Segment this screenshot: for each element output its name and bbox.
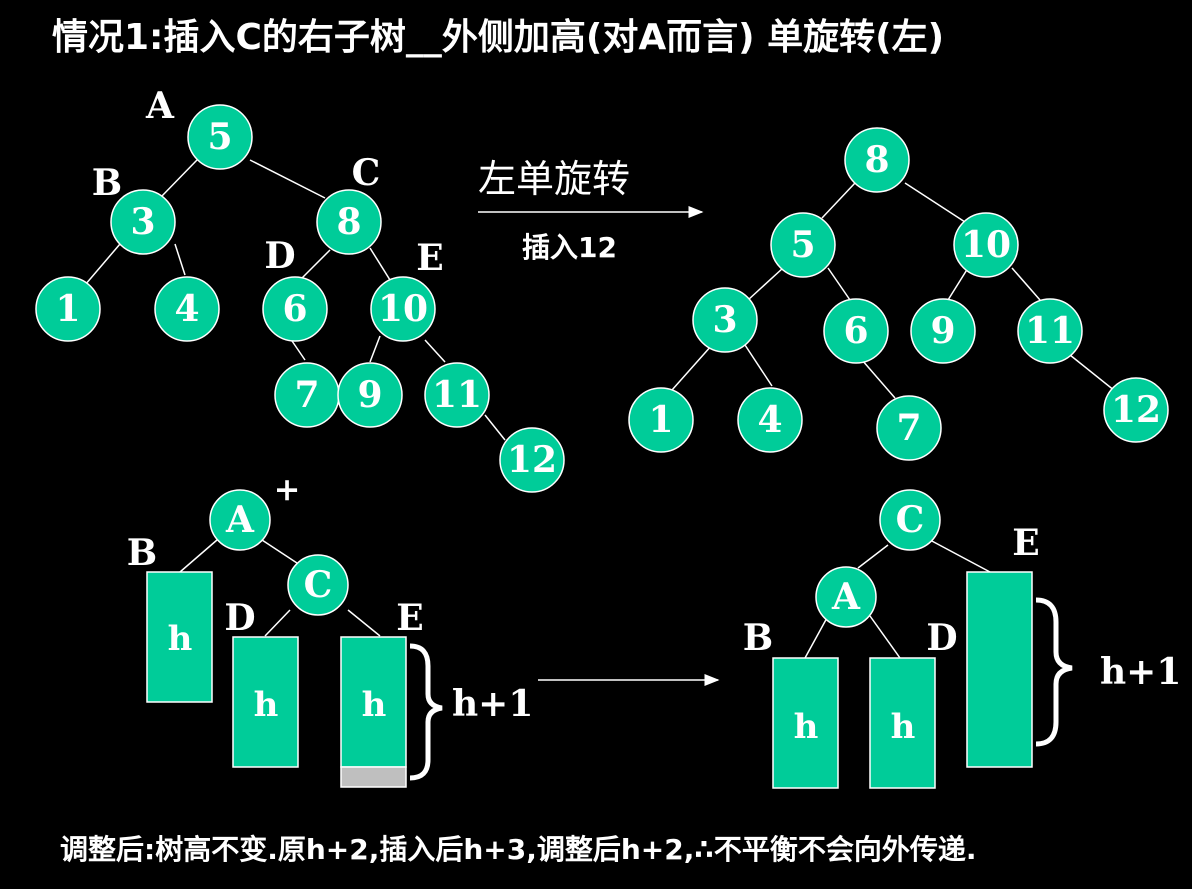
- bl-node-A-value: A: [225, 499, 255, 541]
- footer-note: 调整后:树高不变.原h+2,插入后h+3,调整后h+2,∴不平衡不会向外传递.: [60, 833, 977, 866]
- bl-brace-label: h+1: [452, 683, 533, 725]
- br-node-C-value: C: [896, 499, 925, 541]
- bl-label-D: D: [224, 597, 255, 639]
- added-height-block: [340, 766, 407, 788]
- tl-node-4-value: 4: [174, 288, 199, 330]
- tr-node-6-value: 6: [843, 310, 868, 352]
- tr-node-12-value: 12: [1111, 389, 1161, 431]
- br-label-B: B: [743, 617, 773, 659]
- tl-node-9-value: 9: [357, 374, 382, 416]
- tl-label-C: C: [352, 152, 381, 194]
- brace-left: [409, 643, 443, 781]
- tr-node-7-value: 7: [896, 407, 921, 449]
- tl-label-B: B: [92, 162, 122, 204]
- tl-label-A: A: [145, 85, 175, 127]
- bl-label-B: B: [127, 532, 157, 574]
- brace-right: [1035, 597, 1073, 747]
- tr-node-3-value: 3: [712, 299, 737, 341]
- bl-plus-mark: +: [274, 470, 301, 508]
- avl-diagram: 53 81 4 6 107 9 1112AB CD E85 103 6 9 111 4 7 12AC+BD Eh…: [35, 85, 1181, 789]
- tl-label-D: D: [264, 235, 295, 277]
- tr-node-10-value: 10: [961, 224, 1011, 266]
- br-label-E: E: [1012, 522, 1039, 564]
- br-node-A-value: A: [831, 576, 861, 618]
- tr-node-11-value: 11: [1025, 310, 1075, 352]
- tr-node-5-value: 5: [790, 224, 815, 266]
- tr-node-4-value: 4: [757, 399, 782, 441]
- bl-subtree-h-0: h: [168, 619, 193, 659]
- tl-node-1-value: 1: [55, 288, 80, 330]
- tr-node-8-value: 8: [864, 139, 889, 181]
- bl-subtree-h-1: h: [254, 685, 279, 725]
- tl-node-11-value: 11: [432, 374, 482, 416]
- tl-node-5-value: 5: [207, 116, 232, 158]
- br-label-D: D: [926, 617, 957, 659]
- tl-node-8-value: 8: [336, 201, 361, 243]
- bl-label-E: E: [396, 597, 423, 639]
- br-subtree-h-0: h: [794, 707, 819, 747]
- tr-node-1-value: 1: [648, 399, 673, 441]
- tl-node-12-value: 12: [507, 439, 557, 481]
- tl-node-7-value: 7: [294, 374, 319, 416]
- bl-node-C-value: C: [304, 564, 333, 606]
- tl-node-3-value: 3: [130, 201, 155, 243]
- tl-node-6-value: 6: [282, 288, 307, 330]
- br-brace-label: h+1: [1100, 651, 1181, 693]
- br-subtree-h-1: h: [891, 707, 916, 747]
- tr-node-9-value: 9: [930, 310, 955, 352]
- tl-label-E: E: [416, 237, 443, 279]
- bl-subtree-h-2: h: [362, 685, 387, 725]
- tl-node-10-value: 10: [378, 288, 428, 330]
